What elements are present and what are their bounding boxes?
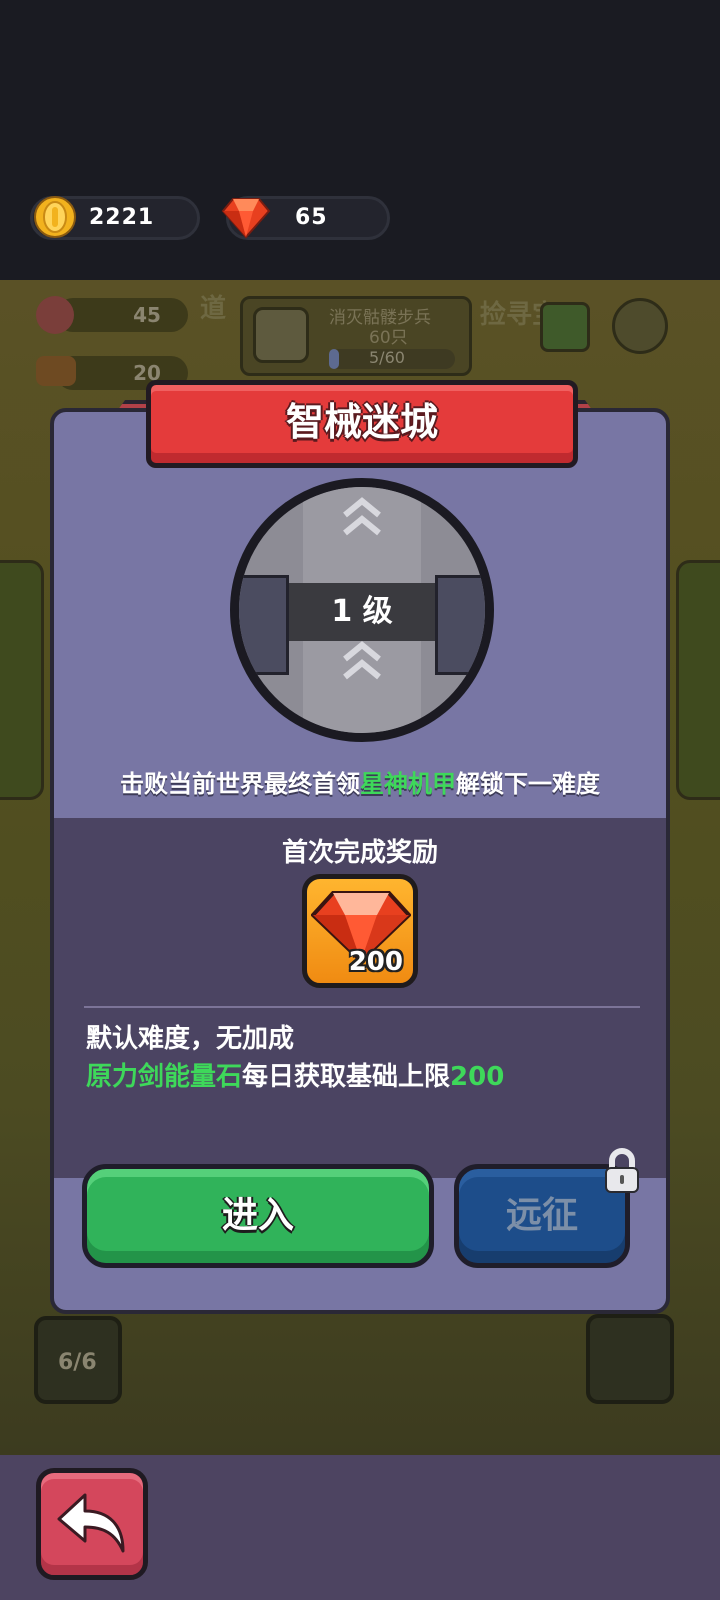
settings-gear-icon[interactable] xyxy=(612,298,668,354)
difficulty-text: 默认难度，无加成 xyxy=(86,1024,295,1054)
quest-progress-text: 5/60 xyxy=(369,348,405,367)
meat-icon xyxy=(36,296,74,334)
right-wall xyxy=(435,575,485,675)
limit-value: 200 xyxy=(450,1062,505,1092)
wood-icon xyxy=(36,356,76,386)
difficulty-dialog: 1 级 击败当前世界最终首领星神机甲解锁下一难度 首次完成奖励 200 默认难度… xyxy=(50,408,670,1314)
daily-limit-text: 原力剑能量石每日获取基础上限200 xyxy=(86,1056,504,1093)
gem-counter[interactable]: 65 xyxy=(221,196,390,240)
dialog-title: 智械迷城 xyxy=(285,400,438,444)
top-status-bar: 2221 65 xyxy=(0,0,720,280)
gem-amount: 65 xyxy=(295,205,328,230)
dialog-title-ribbon: 智械迷城 xyxy=(146,380,578,468)
hint-boss-name: 星神机甲 xyxy=(360,770,456,798)
red-gem-icon xyxy=(221,198,271,239)
unlock-hint: 击败当前世界最终首领星神机甲解锁下一难度 xyxy=(54,764,666,799)
up-chevrons-lower-icon xyxy=(343,641,381,680)
gold-coin-icon xyxy=(34,196,76,238)
notebook-icon xyxy=(540,302,590,352)
squad-count: 6/6 xyxy=(58,1350,97,1375)
enter-button[interactable]: 进入 xyxy=(82,1164,434,1268)
reward-title: 首次完成奖励 xyxy=(281,838,438,868)
section-divider xyxy=(84,1006,640,1008)
left-wall xyxy=(239,575,289,675)
lock-icon xyxy=(605,1148,639,1193)
left-side-panel xyxy=(0,560,44,800)
left-tab-label: 道 xyxy=(200,294,227,324)
back-arrow-icon xyxy=(57,1493,125,1553)
up-chevrons-icon xyxy=(343,497,381,536)
squad-button[interactable]: 6/6 xyxy=(34,1316,122,1404)
quest-count: 60只 xyxy=(369,328,408,348)
reward-item[interactable]: 200 xyxy=(302,874,418,988)
level-label: 1 级 xyxy=(289,583,435,641)
enter-button-label: 进入 xyxy=(221,1195,294,1236)
hint-prefix: 击败当前世界最终首领 xyxy=(120,770,360,798)
limit-item-name: 原力剑能量石 xyxy=(86,1062,243,1092)
hint-suffix: 解锁下一难度 xyxy=(456,770,600,798)
expedition-button-label: 远征 xyxy=(505,1195,578,1236)
meat-amount: 45 xyxy=(133,303,161,327)
reward-section xyxy=(54,818,666,1178)
quest-progress-bar: 5/60 xyxy=(329,348,455,369)
skull-icon xyxy=(253,307,309,363)
battle-swords-button[interactable] xyxy=(586,1314,674,1404)
coin-amount: 2221 xyxy=(89,205,155,230)
quest-progress-fill xyxy=(329,349,340,369)
right-side-panel xyxy=(676,560,720,800)
meat-counter: 45 xyxy=(56,298,188,332)
reward-count: 200 xyxy=(348,947,403,977)
coin-counter[interactable]: 2221 xyxy=(30,196,200,240)
limit-description: 每日获取基础上限 xyxy=(242,1062,451,1092)
quest-card: 消灭骷髅步兵 60只 5/60 xyxy=(240,296,472,376)
level-preview-circle: 1 级 xyxy=(230,478,494,742)
back-button[interactable] xyxy=(36,1468,148,1580)
